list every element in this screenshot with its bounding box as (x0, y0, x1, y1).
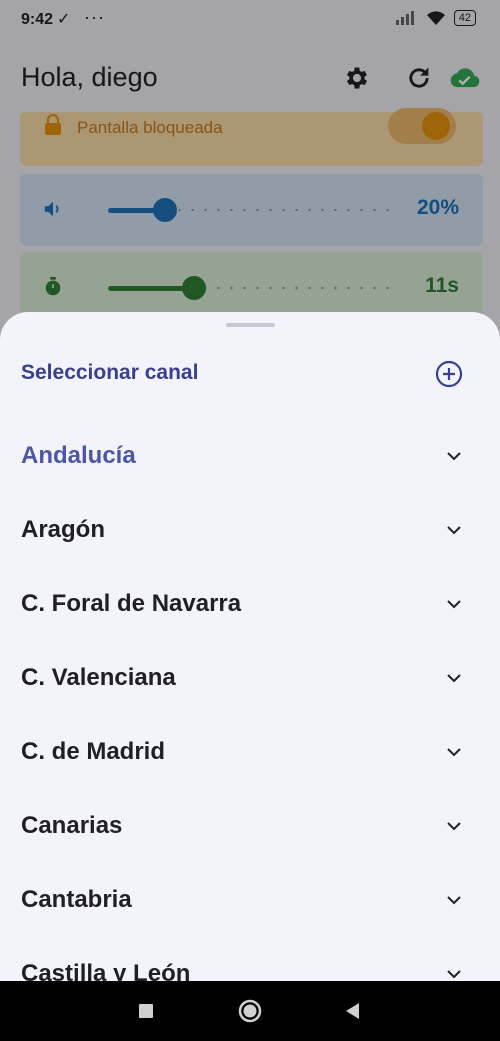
back-button-icon[interactable] (322, 981, 382, 1041)
drag-handle[interactable] (226, 323, 275, 327)
chevron-down-icon[interactable] (444, 520, 464, 540)
region-item[interactable]: C. Valenciana (0, 640, 500, 714)
region-label: Cantabria (21, 886, 132, 913)
region-item[interactable]: C. Foral de Navarra (0, 566, 500, 640)
chevron-down-icon[interactable] (444, 668, 464, 688)
chevron-down-icon[interactable] (444, 446, 464, 466)
region-label: C. Foral de Navarra (21, 590, 242, 617)
add-channel-icon[interactable] (435, 360, 463, 388)
region-list: Andalucía Aragón C. Foral de Navarra C. … (0, 418, 500, 981)
chevron-down-icon[interactable] (444, 816, 464, 836)
sheet-title: Seleccionar canal (21, 361, 199, 384)
region-label: Castilla y León (21, 960, 191, 981)
region-label: C. Valenciana (21, 664, 176, 691)
region-label: Aragón (21, 516, 105, 543)
region-label: C. de Madrid (21, 738, 166, 765)
home-button-icon[interactable] (220, 981, 280, 1041)
chevron-down-icon[interactable] (444, 742, 464, 762)
recents-button-icon[interactable] (116, 981, 176, 1041)
region-label: Andalucía (21, 442, 136, 469)
chevron-down-icon[interactable] (444, 890, 464, 910)
channel-selector-sheet: Seleccionar canal Andalucía Aragón C. Fo… (0, 312, 500, 981)
region-item[interactable]: Canarias (0, 788, 500, 862)
system-nav-bar (0, 981, 500, 1041)
chevron-down-icon[interactable] (444, 594, 464, 614)
region-item[interactable]: Andalucía (0, 418, 500, 492)
region-item[interactable]: Cantabria (0, 862, 500, 936)
region-item[interactable]: Castilla y León (0, 936, 500, 981)
region-item[interactable]: C. de Madrid (0, 714, 500, 788)
region-item[interactable]: Aragón (0, 492, 500, 566)
chevron-down-icon[interactable] (444, 964, 464, 981)
region-label: Canarias (21, 812, 123, 839)
